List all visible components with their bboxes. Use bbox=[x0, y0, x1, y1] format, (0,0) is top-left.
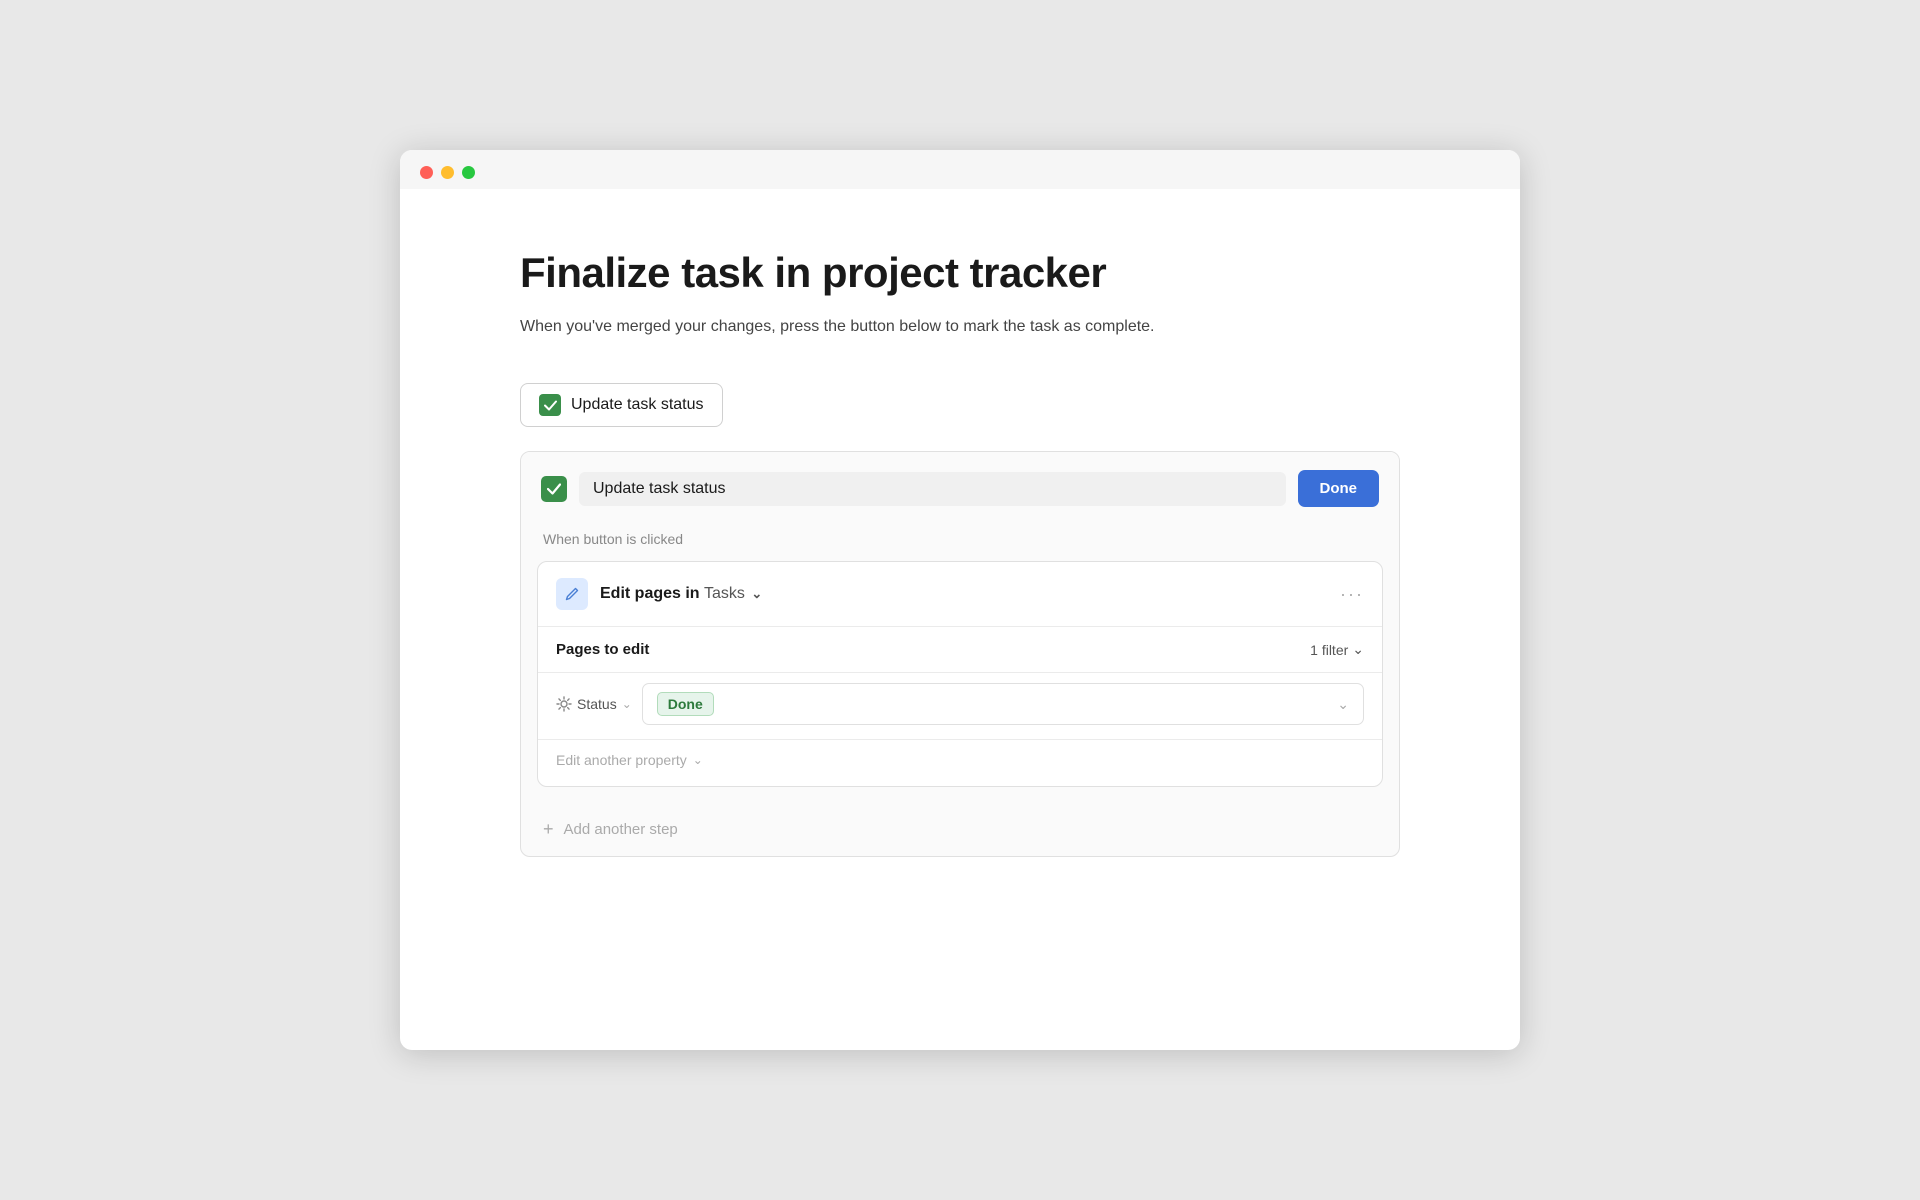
status-label: Status bbox=[577, 696, 617, 712]
close-button[interactable] bbox=[420, 166, 433, 179]
status-sun-icon bbox=[556, 696, 572, 712]
step-card: Edit pages in Tasks ⌄ ··· Pages to edit … bbox=[537, 561, 1383, 787]
pages-to-edit-label: Pages to edit bbox=[556, 641, 649, 658]
done-button[interactable]: Done bbox=[1298, 470, 1380, 507]
filter-count-label: 1 filter bbox=[1310, 642, 1348, 658]
filter-chevron-icon: ⌄ bbox=[1352, 641, 1364, 658]
maximize-button[interactable] bbox=[462, 166, 475, 179]
trigger-button-label: Update task status bbox=[571, 396, 704, 414]
page-content: Finalize task in project tracker When yo… bbox=[400, 189, 1520, 917]
trigger-button[interactable]: Update task status bbox=[520, 383, 723, 427]
card-checkbox-icon bbox=[541, 476, 567, 502]
step-database: Tasks bbox=[704, 585, 745, 602]
card-header: Done bbox=[521, 452, 1399, 525]
plus-icon: + bbox=[543, 819, 554, 840]
add-step-label: Add another step bbox=[564, 821, 678, 838]
app-window: Finalize task in project tracker When yo… bbox=[400, 150, 1520, 1050]
titlebar bbox=[400, 150, 1520, 189]
database-chevron-icon[interactable]: ⌄ bbox=[751, 586, 762, 602]
done-badge: Done bbox=[657, 692, 714, 716]
edit-another-chevron-icon: ⌄ bbox=[693, 753, 703, 767]
status-selector[interactable]: Status ⌄ bbox=[556, 696, 632, 712]
status-row: Status ⌄ Done ⌄ bbox=[538, 673, 1382, 739]
step-header: Edit pages in Tasks ⌄ ··· bbox=[538, 562, 1382, 626]
trigger-checkbox-icon bbox=[539, 394, 561, 416]
page-description: When you've merged your changes, press t… bbox=[520, 315, 1400, 339]
status-select-chevron-icon: ⌄ bbox=[1337, 696, 1349, 713]
page-title: Finalize task in project tracker bbox=[520, 249, 1400, 297]
edit-another-label: Edit another property bbox=[556, 752, 687, 768]
when-label: When button is clicked bbox=[521, 525, 1399, 561]
edit-icon-box bbox=[556, 578, 588, 610]
step-edit-prefix: Edit pages in bbox=[600, 585, 700, 602]
more-options-button[interactable]: ··· bbox=[1340, 584, 1364, 605]
edit-another-button[interactable]: Edit another property ⌄ bbox=[556, 752, 703, 768]
action-card: Done When button is clicked Edit pages i… bbox=[520, 451, 1400, 857]
filter-button[interactable]: 1 filter ⌄ bbox=[1310, 641, 1364, 658]
add-step-row[interactable]: + Add another step bbox=[521, 803, 1399, 856]
status-value-selector[interactable]: Done ⌄ bbox=[642, 683, 1364, 725]
step-title: Edit pages in Tasks ⌄ bbox=[600, 585, 1328, 603]
status-chevron-icon: ⌄ bbox=[622, 697, 632, 711]
minimize-button[interactable] bbox=[441, 166, 454, 179]
pages-to-edit-row: Pages to edit 1 filter ⌄ bbox=[538, 627, 1382, 672]
edit-another-row: Edit another property ⌄ bbox=[538, 740, 1382, 786]
pencil-icon bbox=[564, 586, 580, 602]
card-title-input[interactable] bbox=[579, 472, 1286, 506]
